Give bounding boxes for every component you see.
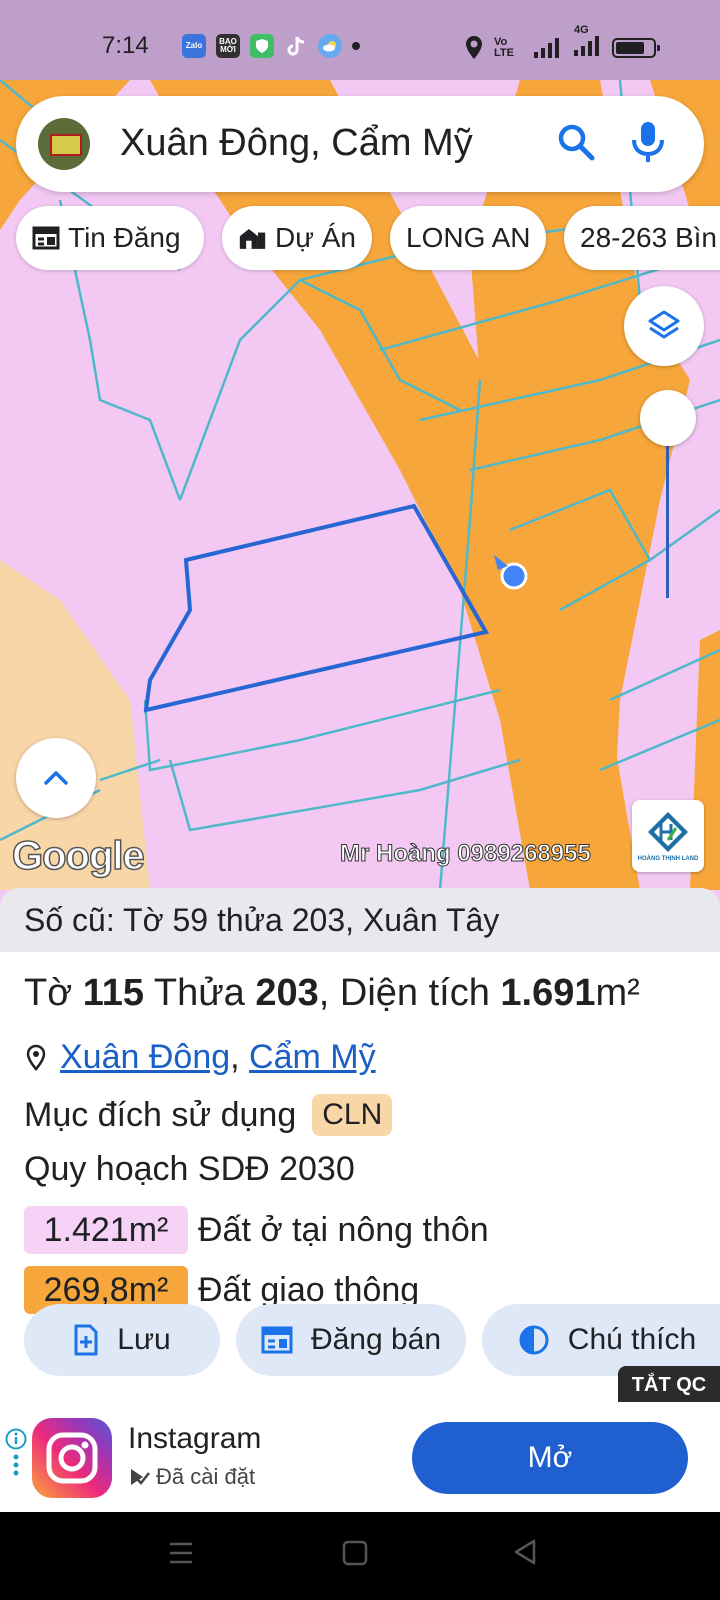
status-bar: 7:14 Zalo BAO MỚI Vo LTE 4G bbox=[0, 0, 720, 80]
location-pin-icon bbox=[466, 35, 482, 59]
plan-area-badge: 1.421m² bbox=[24, 1206, 188, 1254]
save-label: Lưu bbox=[117, 1323, 171, 1356]
ad-app-name[interactable]: Instagram bbox=[128, 1422, 261, 1456]
chip-tin-dang[interactable]: Tin Đăng bbox=[16, 206, 204, 270]
chip-label: Tin Đăng bbox=[68, 222, 181, 253]
area-value: 1.691 bbox=[500, 972, 596, 1014]
back-nav-icon[interactable] bbox=[512, 1538, 538, 1566]
chip-long-an[interactable]: LONG AN bbox=[390, 206, 546, 270]
current-location-dot bbox=[500, 562, 528, 590]
ad-banner[interactable]: Instagram Đã cài đặt Mở bbox=[0, 1402, 720, 1512]
system-status: Vo LTE 4G bbox=[464, 24, 660, 61]
parcel-label: Thửa bbox=[144, 972, 256, 1014]
google-logo: Google bbox=[11, 833, 145, 879]
search-bar[interactable]: Xuân Đông, Cẩm Mỹ bbox=[16, 96, 704, 192]
district-link[interactable]: Cẩm Mỹ bbox=[249, 1038, 376, 1077]
post-icon bbox=[261, 1326, 293, 1354]
brand-logo[interactable]: HOÀNG THỊNH LAND bbox=[632, 800, 704, 872]
expand-up-button[interactable] bbox=[16, 738, 96, 818]
save-icon bbox=[74, 1324, 98, 1356]
close-ad-button[interactable]: TẮT QC bbox=[618, 1366, 720, 1404]
ad-info-icon[interactable] bbox=[4, 1428, 28, 1488]
brand-diamond-icon bbox=[648, 812, 688, 852]
open-app-button[interactable]: Mở bbox=[412, 1422, 688, 1494]
chip-address[interactable]: 28-263 Bìn bbox=[564, 206, 720, 270]
notification-icons: Zalo BAO MỚI bbox=[182, 34, 360, 58]
layers-button[interactable] bbox=[624, 286, 704, 366]
tiktok-icon bbox=[284, 34, 308, 58]
baomoi-icon: BAO MỚI bbox=[216, 34, 240, 58]
battery-icon bbox=[612, 37, 660, 58]
network-type-label: 4G bbox=[574, 24, 589, 36]
purpose-code-badge[interactable]: CLN bbox=[312, 1094, 393, 1136]
system-nav-bar bbox=[0, 1512, 720, 1600]
home-nav-icon[interactable] bbox=[342, 1540, 368, 1566]
search-icon[interactable] bbox=[556, 122, 596, 162]
brand-text: HOÀNG THỊNH LAND bbox=[637, 856, 699, 862]
parcel-summary: Tờ 115 Thửa 203, Diện tích 1.691m² bbox=[24, 972, 640, 1015]
sheet-number: 115 bbox=[82, 972, 145, 1014]
info-icon bbox=[5, 1428, 27, 1450]
plan-item-label: Đất ở tại nông thôn bbox=[198, 1210, 489, 1249]
avatar[interactable] bbox=[38, 118, 90, 170]
commune-link[interactable]: Xuân Đông bbox=[60, 1038, 230, 1077]
chevron-up-icon bbox=[44, 771, 68, 785]
old-parcel-info: Số cũ: Tờ 59 thửa 203, Xuân Tây bbox=[0, 888, 720, 952]
building-icon bbox=[239, 228, 266, 249]
signal-4g: 4G bbox=[572, 24, 602, 61]
installed-label: Đã cài đặt bbox=[156, 1464, 256, 1489]
location-pin-icon bbox=[26, 1044, 46, 1071]
opacity-slider-track[interactable] bbox=[666, 420, 669, 598]
area-unit: m² bbox=[595, 972, 640, 1014]
ad-install-status: Đã cài đặt bbox=[128, 1464, 255, 1490]
shield-app-icon bbox=[250, 34, 274, 58]
filter-chips: Tin Đăng Dự Án LONG AN 28-263 Bìn bbox=[16, 206, 720, 270]
signal-bars-icon bbox=[534, 37, 559, 58]
more-vert-icon bbox=[13, 1454, 19, 1476]
menu-nav-icon[interactable] bbox=[168, 1540, 194, 1566]
chip-du-an[interactable]: Dự Án bbox=[222, 206, 372, 270]
installed-check-icon bbox=[131, 1469, 150, 1485]
listing-icon bbox=[32, 226, 60, 250]
purpose-label: Mục đích sử dụng bbox=[24, 1095, 297, 1134]
legend-label: Chú thích bbox=[567, 1323, 697, 1356]
parcel-info-panel: Số cũ: Tờ 59 thửa 203, Xuân Tây Tờ 115 T… bbox=[0, 888, 720, 1402]
action-buttons: Lưu Đăng bán Chú thích bbox=[24, 1304, 720, 1376]
post-sale-label: Đăng bán bbox=[310, 1323, 442, 1356]
legend-icon bbox=[519, 1325, 549, 1355]
volte-label: Vo LTE bbox=[494, 35, 514, 59]
layers-icon bbox=[648, 310, 680, 339]
plan-item-residential: 1.421m² Đất ở tại nông thôn bbox=[24, 1206, 489, 1254]
area-label: , Diện tích bbox=[318, 972, 501, 1014]
post-sale-button[interactable]: Đăng bán bbox=[236, 1304, 466, 1376]
zalo-icon: Zalo bbox=[182, 34, 206, 58]
location-separator: , bbox=[230, 1038, 250, 1076]
map-watermark: Mr Hoàng 0989268955 bbox=[340, 840, 592, 868]
land-use-purpose: Mục đích sử dụng CLN bbox=[24, 1094, 393, 1136]
plan-title: Quy hoạch SDĐ 2030 bbox=[24, 1150, 355, 1188]
search-query[interactable]: Xuân Đông, Cẩm Mỹ bbox=[120, 122, 473, 165]
parcel-number: 203 bbox=[255, 972, 319, 1014]
save-button[interactable]: Lưu bbox=[24, 1304, 220, 1376]
opacity-slider-handle[interactable] bbox=[640, 390, 696, 446]
sheet-label: Tờ bbox=[24, 972, 83, 1014]
parcel-location: Xuân Đông, Cẩm Mỹ bbox=[24, 1038, 376, 1077]
chip-label: Dự Án bbox=[275, 222, 356, 253]
chip-label: 28-263 Bìn bbox=[580, 222, 717, 253]
signal-bars-4g-icon bbox=[574, 36, 599, 56]
weather-icon bbox=[318, 34, 342, 58]
chip-label: LONG AN bbox=[406, 222, 531, 253]
more-notifications-dot bbox=[352, 42, 360, 50]
mic-icon[interactable] bbox=[628, 120, 668, 164]
instagram-icon[interactable] bbox=[32, 1418, 112, 1498]
status-time: 7:14 bbox=[102, 32, 149, 59]
